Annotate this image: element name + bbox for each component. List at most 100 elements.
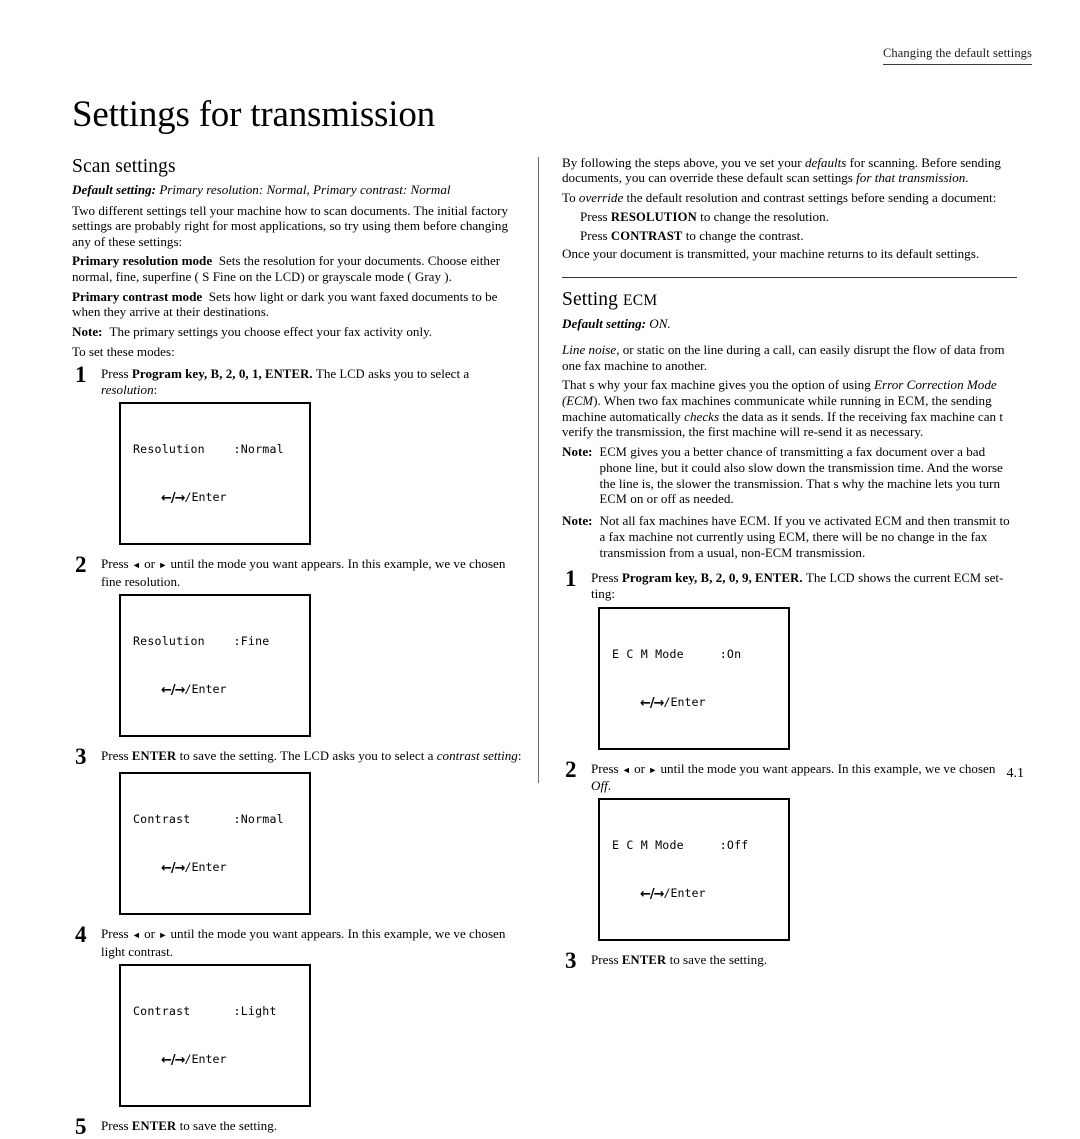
contrast-key: CONTRAST	[610, 228, 683, 243]
step-italic: resolution	[101, 382, 154, 398]
override-intro-paragraph: By following the steps above, you ve set…	[562, 155, 1017, 186]
lcd-label: Resolution	[133, 634, 205, 649]
program-key-bold: Program key,	[131, 365, 211, 381]
key-enter: ENTER	[131, 1119, 177, 1134]
step-number: 1	[75, 361, 87, 387]
ecm-step-3: 3 Press ENTER to save the setting.	[562, 949, 1017, 972]
key-enter: ENTER	[131, 749, 177, 764]
off-italic: Off	[591, 777, 608, 793]
lcd-enter-label: /Enter	[184, 1052, 227, 1067]
lcd-screen-ecm-on: E C M Mode :On ←/→/Enter	[598, 606, 790, 750]
step-text-b: The	[802, 569, 830, 585]
line-noise-paragraph: Line noise, or static on the line during…	[562, 342, 1017, 373]
lcd-value: :Normal	[233, 812, 284, 827]
step-text: Press ENTER to save the setting.	[101, 1116, 527, 1137]
key-enter: ENTER.	[265, 366, 313, 381]
left-column: Scan settings Default setting: Primary r…	[72, 155, 527, 1139]
arrow-left-icon	[132, 556, 141, 571]
lcd-line-1: E C M Mode :On	[612, 646, 788, 662]
line-noise-text: or static on the line during a call, can…	[562, 342, 1005, 373]
step-text-a: Press	[101, 926, 132, 942]
scan-intro-paragraph: Two different settings tell your machine…	[72, 203, 509, 249]
lcd-value: :On	[719, 646, 742, 661]
document-page: Changing the default settings Settings f…	[0, 0, 1080, 1138]
right-column: By following the steps above, you ve set…	[562, 155, 1017, 973]
press-text-b: to change the resolution.	[696, 209, 829, 225]
lcd-line-2: ←/→/Enter	[133, 681, 309, 698]
step-number: 2	[75, 552, 87, 578]
default-setting-label: Default setting:	[562, 316, 647, 332]
step-1: 1 Press Program key, B, 2, 0, 1, ENTER. …	[72, 361, 527, 398]
step-text-a: Press	[101, 365, 132, 381]
two-column-body: Scan settings Default setting: Primary r…	[72, 155, 1024, 1138]
override-text-a: To	[562, 189, 579, 205]
lcd-value: :Light	[233, 1004, 277, 1019]
note-ecm-benefits: Note: ECM gives you a better chance of t…	[562, 444, 1017, 508]
step-text-b: The	[312, 365, 340, 381]
step-number: 4	[75, 922, 87, 948]
step-number: 5	[75, 1114, 87, 1139]
ecm-smallcaps: ECM	[765, 546, 793, 561]
step-text-b: to save the setting.	[176, 1118, 278, 1134]
lcd-label: Contrast	[133, 1004, 191, 1019]
default-setting-ecm: Default setting: ON.	[562, 316, 1017, 332]
override-text-b: the default resolution and contrast sett…	[623, 189, 997, 205]
arrow-right-icon	[158, 926, 167, 941]
step-text: Press ENTER to save the setting. The LCD…	[101, 746, 527, 767]
note-label: Note:	[562, 443, 593, 459]
step-text-d: :	[153, 382, 158, 398]
term-primary-contrast-mode: Primary contrast mode Sets how light or …	[72, 289, 527, 320]
ecm-text-a: That s why your fax machine gives you th…	[562, 377, 875, 393]
note-text-a: Not all fax machines have	[599, 512, 740, 528]
step-5: 5 Press ENTER to save the setting.	[72, 1114, 527, 1139]
lcd-smallcaps: LCD	[303, 749, 330, 764]
term-primary-resolution-mode: Primary resolution mode Sets the resolut…	[72, 253, 527, 285]
step-text-c: shows the current	[854, 569, 954, 585]
ecm-smallcaps: ECM	[897, 393, 926, 408]
step-text: Press or until the mode you want appears…	[101, 554, 527, 589]
override-italic: override	[578, 189, 624, 205]
step-text-c: asks you to select a	[329, 748, 437, 764]
step-text-c: asks you to select a	[364, 365, 470, 381]
left-right-arrow-icon: ←/→	[161, 1053, 186, 1069]
note-text: Not all fax machines have ECM. If you ve…	[600, 513, 1017, 562]
left-right-arrow-icon: ←/→	[161, 683, 186, 699]
to-set-these-modes: To set these modes:	[72, 344, 175, 360]
lcd-screen-resolution-normal: Resolution :Normal ←/→/Enter	[119, 402, 311, 546]
lcd-label: E C M Mode	[612, 646, 684, 661]
step-text: Press ENTER to save the setting.	[591, 950, 1017, 971]
key-enter: ENTER	[621, 953, 667, 968]
checks-italic: checks	[684, 409, 720, 425]
lcd-enter-label: /Enter	[184, 860, 227, 875]
lcd-line-2: ←/→/Enter	[612, 694, 788, 711]
press-text-a: Press	[580, 209, 611, 225]
step-number: 2	[565, 756, 577, 782]
arrow-left-icon	[132, 926, 141, 941]
press-text-a: Press	[580, 227, 611, 243]
lcd-label: Contrast	[133, 812, 191, 827]
term-label: Primary resolution mode	[72, 253, 213, 269]
step-text-c: .	[607, 777, 612, 793]
step-text-a: Press	[101, 748, 132, 764]
default-setting-value: ON.	[646, 316, 671, 332]
note-text: ECM gives you a better chance of transmi…	[600, 444, 1017, 508]
lcd-smallcaps: LCD	[829, 570, 855, 585]
running-head: Changing the default settings	[882, 46, 1032, 65]
note-ecm-compatibility: Note: Not all fax machines have ECM. If …	[562, 513, 1017, 562]
left-right-arrow-icon: ←/→	[161, 861, 186, 877]
note-text-a: gives you a better chance of transmittin…	[599, 443, 1003, 491]
lcd-screen-ecm-off: E C M Mode :Off ←/→/Enter	[598, 798, 790, 942]
step-3: 3 Press ENTER to save the setting. The L…	[72, 745, 527, 768]
note-text-b: on or off as needed.	[627, 491, 734, 507]
section-heading-setting-ecm: Setting ECM	[562, 288, 1017, 313]
ecm-smallcaps: ECM	[874, 513, 903, 528]
note-text: The primary settings you choose effect y…	[109, 323, 433, 339]
ecm-smallcaps: ECM	[599, 444, 627, 459]
term-label: Primary contrast mode	[72, 289, 203, 305]
left-right-arrow-icon: ←/→	[161, 491, 186, 507]
error-correction-mode-italic: Error Correction Mode	[874, 377, 997, 393]
note-text-e: transmission.	[792, 545, 866, 561]
lcd-label: E C M Mode	[612, 838, 684, 853]
intro-text-a: By following the steps above, you ve set…	[562, 155, 805, 170]
note-label: Note:	[72, 323, 103, 339]
